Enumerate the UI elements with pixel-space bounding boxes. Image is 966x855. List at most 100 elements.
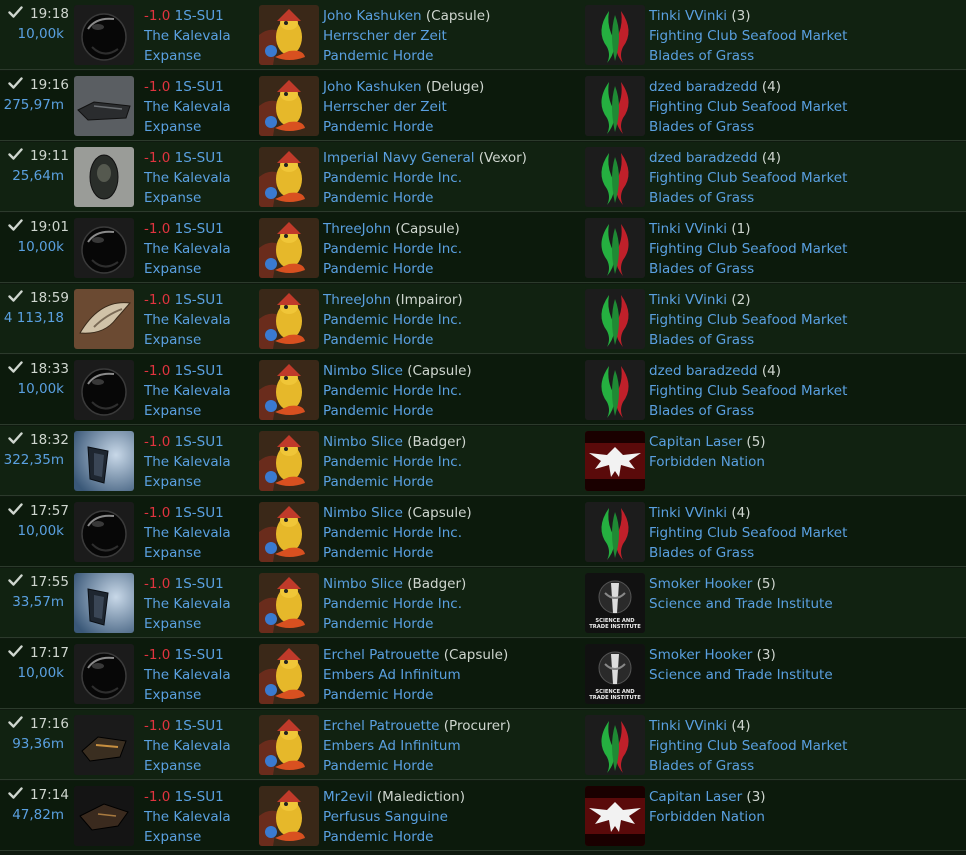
isk-value[interactable]: 322,35m [4, 452, 64, 468]
victim-corp-link[interactable]: Pandemic Horde Inc. [323, 523, 472, 543]
capsule-icon[interactable] [74, 644, 134, 704]
victim-corp-link[interactable]: Pandemic Horde Inc. [323, 310, 463, 330]
table-row[interactable]: 19:01 10,00k -1.0 1S-SU1 The Kalevala Expan… [0, 213, 966, 283]
solar-system-link[interactable]: 1S-SU1 [175, 505, 224, 521]
region-link[interactable]: The Kalevala [144, 736, 231, 756]
victim-name-link[interactable]: Erchel Patrouette [323, 647, 439, 663]
isk-value[interactable]: 33,57m [12, 594, 64, 610]
region-link[interactable]: The Kalevala [144, 594, 231, 614]
victim-name-link[interactable]: Nimbo Slice [323, 434, 403, 450]
victim-name-link[interactable]: Joho Kashuken [323, 79, 422, 95]
victim-corp-link[interactable]: Pandemic Horde Inc. [323, 239, 462, 259]
science-trade-institute-logo[interactable]: SCIENCE AND TRADE INSTITUTE [585, 644, 645, 704]
impairor-icon[interactable] [74, 289, 134, 349]
solar-system-link[interactable]: 1S-SU1 [175, 150, 224, 166]
table-row[interactable]: 17:14 47,82m -1.0 1S-SU1 The Kalevala Expan… [0, 781, 966, 851]
attacker-corp-link[interactable]: Science and Trade Institute [649, 594, 833, 614]
region-link[interactable]: The Kalevala [144, 239, 231, 259]
victim-alliance-link[interactable]: Pandemic Horde [323, 188, 527, 208]
isk-value[interactable]: 10,00k [18, 26, 64, 42]
victim-alliance-link[interactable]: Pandemic Horde [323, 543, 472, 563]
table-row[interactable]: 18:32 322,35m -1.0 1S-SU1 The Kalevala Expa… [0, 426, 966, 496]
attacker-corp-link[interactable]: Fighting Club Seafood Market [649, 310, 847, 330]
victim-alliance-link[interactable]: Pandemic Horde [323, 401, 472, 421]
solar-system-link[interactable]: 1S-SU1 [175, 221, 224, 237]
attacker-name-link[interactable]: Smoker Hooker [649, 576, 752, 592]
constellation-link[interactable]: Expanse [144, 259, 231, 279]
blades-of-grass-logo[interactable] [585, 76, 645, 136]
attacker-alliance-link[interactable]: Blades of Grass [649, 117, 847, 137]
solar-system-link[interactable]: 1S-SU1 [175, 576, 224, 592]
table-row[interactable]: 17:57 10,00k -1.0 1S-SU1 The Kalevala Expan… [0, 497, 966, 567]
isk-value[interactable]: 93,36m [12, 736, 64, 752]
isk-value[interactable]: 10,00k [18, 381, 64, 397]
victim-corp-link[interactable]: Pandemic Horde Inc. [323, 168, 527, 188]
region-link[interactable]: The Kalevala [144, 523, 231, 543]
solar-system-link[interactable]: 1S-SU1 [175, 8, 224, 24]
victim-name-link[interactable]: ThreeJohn [323, 292, 391, 308]
region-link[interactable]: The Kalevala [144, 168, 231, 188]
isk-value[interactable]: 47,82m [12, 807, 64, 823]
capsule-icon[interactable] [74, 502, 134, 562]
pandemic-horde-logo[interactable] [259, 360, 319, 420]
pandemic-horde-logo[interactable] [259, 147, 319, 207]
isk-value[interactable]: 10,00k [18, 239, 64, 255]
pandemic-horde-logo[interactable] [259, 218, 319, 278]
deluge-icon[interactable] [74, 76, 134, 136]
attacker-name-link[interactable]: Tinki VVinki [649, 505, 727, 521]
pandemic-horde-logo[interactable] [259, 786, 319, 846]
isk-value[interactable]: 10,00k [18, 665, 64, 681]
pandemic-horde-logo[interactable] [259, 5, 319, 65]
attacker-corp-link[interactable]: Fighting Club Seafood Market [649, 523, 847, 543]
attacker-alliance-link[interactable]: Blades of Grass [649, 188, 847, 208]
table-row[interactable]: 17:16 93,36m -1.0 1S-SU1 The Kalevala Expan… [0, 710, 966, 780]
blades-of-grass-logo[interactable] [585, 289, 645, 349]
victim-corp-link[interactable]: Herrscher der Zeit [323, 97, 484, 117]
isk-value[interactable]: 4 113,18 [4, 310, 64, 326]
constellation-link[interactable]: Expanse [144, 543, 231, 563]
blades-of-grass-logo[interactable] [585, 5, 645, 65]
victim-corp-link[interactable]: Embers Ad Infinitum [323, 736, 511, 756]
victim-alliance-link[interactable]: Pandemic Horde [323, 827, 465, 847]
victim-corp-link[interactable]: Pandemic Horde Inc. [323, 594, 466, 614]
victim-alliance-link[interactable]: Pandemic Horde [323, 117, 484, 137]
attacker-name-link[interactable]: Capitan Laser [649, 789, 742, 805]
table-row[interactable]: 18:33 10,00k -1.0 1S-SU1 The Kalevala Expan… [0, 355, 966, 425]
pandemic-horde-logo[interactable] [259, 76, 319, 136]
solar-system-link[interactable]: 1S-SU1 [175, 647, 224, 663]
pandemic-horde-logo[interactable] [259, 715, 319, 775]
region-link[interactable]: The Kalevala [144, 665, 231, 685]
capsule-icon[interactable] [74, 218, 134, 278]
attacker-alliance-link[interactable]: Blades of Grass [649, 330, 847, 350]
constellation-link[interactable]: Expanse [144, 46, 231, 66]
attacker-name-link[interactable]: Capitan Laser [649, 434, 742, 450]
victim-name-link[interactable]: Erchel Patrouette [323, 718, 439, 734]
region-link[interactable]: The Kalevala [144, 26, 231, 46]
victim-alliance-link[interactable]: Pandemic Horde [323, 614, 466, 634]
forbidden-nation-logo[interactable] [585, 786, 645, 846]
attacker-corp-link[interactable]: Fighting Club Seafood Market [649, 736, 847, 756]
region-link[interactable]: The Kalevala [144, 807, 231, 827]
victim-name-link[interactable]: Nimbo Slice [323, 505, 403, 521]
forbidden-nation-logo[interactable] [585, 431, 645, 491]
pandemic-horde-logo[interactable] [259, 431, 319, 491]
badger-icon[interactable] [74, 573, 134, 633]
victim-alliance-link[interactable]: Pandemic Horde [323, 46, 490, 66]
region-link[interactable]: The Kalevala [144, 381, 231, 401]
constellation-link[interactable]: Expanse [144, 685, 231, 705]
victim-alliance-link[interactable]: Pandemic Horde [323, 472, 466, 492]
malediction-icon[interactable] [74, 786, 134, 846]
solar-system-link[interactable]: 1S-SU1 [175, 79, 224, 95]
constellation-link[interactable]: Expanse [144, 188, 231, 208]
attacker-name-link[interactable]: Tinki VVinki [649, 292, 727, 308]
vexor-icon[interactable] [74, 147, 134, 207]
solar-system-link[interactable]: 1S-SU1 [175, 718, 224, 734]
table-row[interactable]: 17:55 33,57m -1.0 1S-SU1 The Kalevala Expan… [0, 568, 966, 638]
victim-name-link[interactable]: Nimbo Slice [323, 363, 403, 379]
victim-name-link[interactable]: Mr2evil [323, 789, 373, 805]
table-row[interactable]: 19:11 25,64m -1.0 1S-SU1 The Kalevala Expan… [0, 142, 966, 212]
region-link[interactable]: The Kalevala [144, 310, 231, 330]
attacker-name-link[interactable]: dzed baradzedd [649, 363, 758, 379]
table-row[interactable]: 19:18 10,00k -1.0 1S-SU1 The Kalevala Expan… [0, 0, 966, 70]
attacker-name-link[interactable]: Tinki VVinki [649, 221, 727, 237]
